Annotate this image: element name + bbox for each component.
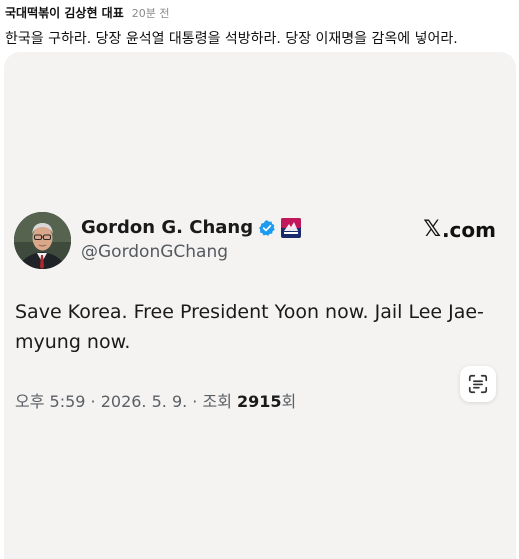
- tweet-handle: @GordonGChang: [81, 242, 229, 262]
- post-text: 한국을 구하라. 당장 윤석열 대통령을 석방하라. 당장 이재명을 감옥에 넣…: [5, 31, 458, 47]
- post-timestamp: 20분 전: [131, 7, 170, 20]
- tweet-text: Save Korea. Free President Yoon now. Jai…: [15, 301, 484, 353]
- cpac-badge-icon: [281, 217, 302, 238]
- tweet-name-row: Gordon G. Chang: [81, 217, 302, 238]
- site-domain: .com: [441, 218, 496, 242]
- post-author[interactable]: 국대떡볶이 김상현 대표: [5, 4, 124, 21]
- x-logo-icon: 𝕏: [423, 217, 441, 242]
- tweet-timestamp: 오후 5:59 · 2026. 5. 9. · 조회: [15, 392, 238, 411]
- site-logo: 𝕏 .com: [423, 218, 496, 242]
- avatar-portrait-icon: [14, 212, 71, 269]
- post-header: 국대떡볶이 김상현 대표 20분 전: [5, 4, 170, 21]
- tweet-meta: 오후 5:59 · 2026. 5. 9. · 조회 2915회: [15, 388, 296, 412]
- tweet-display-name: Gordon G. Chang: [81, 217, 254, 238]
- text-scan-icon: [468, 374, 488, 394]
- avatar: [14, 212, 71, 269]
- tweet-screenshot-image[interactable]: Gordon G. Chang @GordonGChang 𝕏 .com Sav…: [4, 52, 516, 559]
- text-scan-button[interactable]: [460, 366, 496, 402]
- tweet-view-suffix: 회: [281, 392, 297, 411]
- verified-badge-icon: [258, 219, 276, 237]
- tweet-view-count: 2915: [237, 392, 282, 411]
